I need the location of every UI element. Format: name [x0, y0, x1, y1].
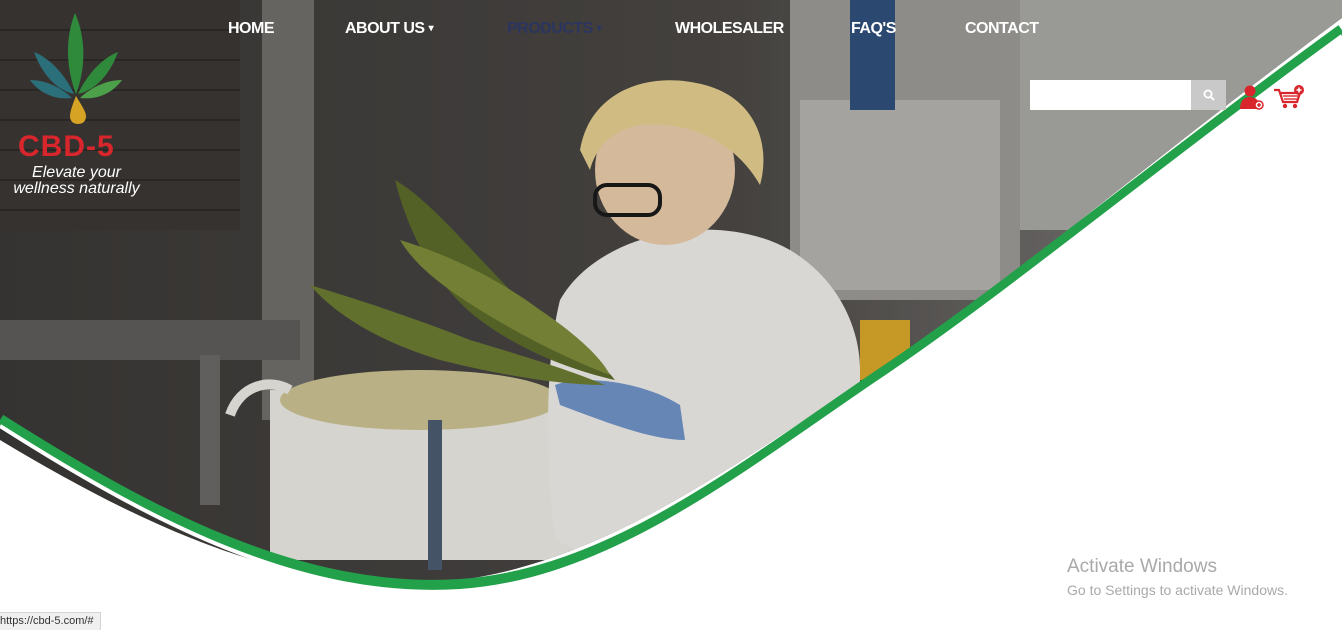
- search-input[interactable]: [1030, 80, 1191, 110]
- nav-home-label: HOME: [228, 20, 275, 37]
- browser-status-url: https://cbd-5.com/#: [0, 612, 101, 630]
- nav-faqs-label: FAQ'S: [851, 20, 896, 37]
- chevron-down-icon: ▾: [428, 23, 434, 35]
- watermark-title: Activate Windows: [1067, 556, 1217, 577]
- hemp-leaf-logo-icon: [30, 13, 122, 124]
- chevron-down-icon: ▾: [596, 23, 602, 35]
- site-logo[interactable]: CBD-5 Elevate your wellness naturally: [0, 8, 160, 198]
- cart-icon: [1274, 85, 1304, 109]
- account-button[interactable]: [1238, 84, 1264, 110]
- brand-name: CBD-5: [18, 130, 115, 163]
- nav-home[interactable]: HOME: [228, 20, 275, 38]
- brand-tagline: Elevate your wellness naturally: [13, 164, 140, 197]
- nav-contact-label: CONTACT: [965, 20, 1039, 37]
- nav-about-label: ABOUT US: [345, 20, 425, 37]
- nav-wholesaler-label: WHOLESALER: [675, 20, 784, 37]
- search-icon: [1203, 89, 1215, 101]
- watermark-subtitle: Go to Settings to activate Windows.: [1067, 582, 1288, 598]
- nav-contact[interactable]: CONTACT: [965, 20, 1039, 38]
- activate-windows-watermark: Activate Windows Go to Settings to activ…: [1067, 556, 1288, 600]
- search-button[interactable]: [1191, 80, 1226, 110]
- nav-wholesaler[interactable]: WHOLESALER: [675, 20, 784, 38]
- cart-button[interactable]: [1273, 84, 1305, 110]
- nav-products[interactable]: PRODUCTS ▾: [507, 20, 602, 38]
- nav-products-label: PRODUCTS: [507, 20, 593, 37]
- search-box: [1030, 80, 1226, 110]
- nav-about-us[interactable]: ABOUT US ▾: [345, 20, 434, 38]
- user-icon: [1240, 85, 1264, 110]
- nav-faqs[interactable]: FAQ'S: [851, 20, 896, 38]
